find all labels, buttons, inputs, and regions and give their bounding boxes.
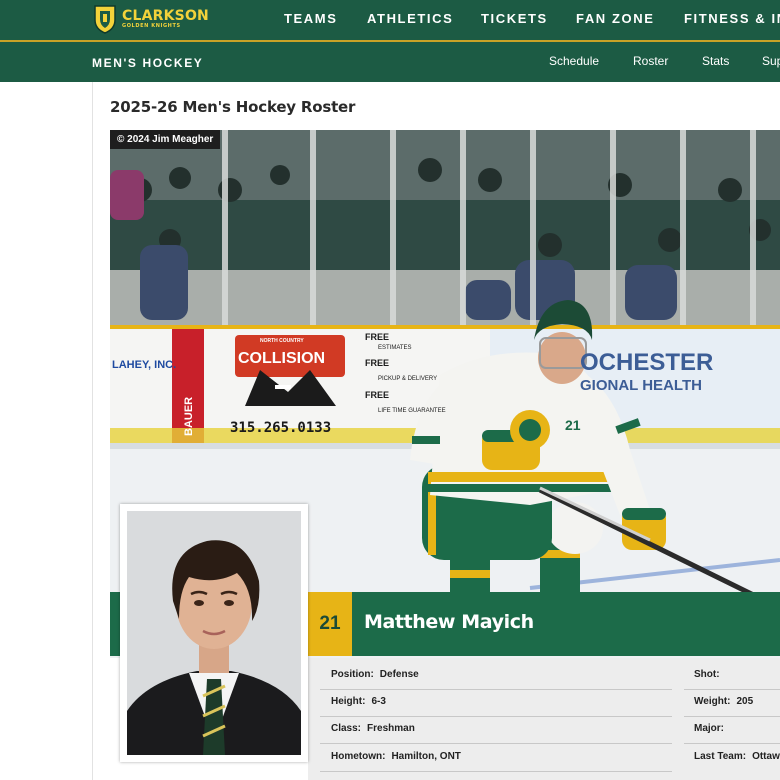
jersey-sleeve-number: 21 [565,417,581,433]
detail-class: Class: Freshman [331,723,415,749]
jersey-number: 21 [308,592,352,656]
board-text-rochester: OCHESTER [580,349,713,376]
detail-major: Major: [694,723,730,749]
subnav-schedule[interactable]: Schedule [549,54,599,68]
position-value: Defense [379,669,419,680]
board-text-collision-top: NORTH COUNTRY [260,338,304,344]
board-free-2: FREE [365,358,389,368]
class-label: Class: [331,723,362,734]
nav-athletics[interactable]: ATHLETICS [367,11,453,26]
subnav-stats[interactable]: Stats [702,54,729,68]
detail-divider [320,771,672,772]
detail-divider [320,689,672,690]
nav-fan-zone[interactable]: FAN ZONE [576,11,655,26]
class-value: Freshman [367,723,415,734]
detail-divider [320,716,672,717]
weight-value: 205 [736,696,754,707]
height-label: Height: [331,696,366,707]
board-free-3-sub: LIFE TIME GUARANTEE [378,408,446,414]
detail-hometown: Hometown: Hamilton, ONT [331,751,461,777]
weight-label: Weight: [694,696,731,707]
detail-divider [684,743,780,744]
headshot-portrait [127,511,301,755]
subnav-roster[interactable]: Roster [633,54,668,68]
board-free-1: FREE [365,332,389,342]
nav-tickets[interactable]: TICKETS [481,11,548,26]
player-name: Matthew Mayich [364,611,534,633]
top-navigation: CLARKSON GOLDEN KNIGHTS TEAMS ATHLETICS … [0,0,780,42]
hometown-value: Hamilton, ONT [391,751,461,762]
board-free-3: FREE [365,390,389,400]
content-divider [92,82,93,780]
nav-fitness[interactable]: FITNESS & IN [684,11,780,26]
detail-divider [320,743,672,744]
board-text-bauer: BAUER [183,397,195,436]
detail-divider [684,689,780,690]
sport-subnavigation: MEN'S HOCKEY Schedule Roster Stats Sup [0,42,780,82]
major-label: Major: [694,723,724,734]
board-free-1-sub: ESTIMATES [378,345,412,351]
board-text-health: GIONAL HEALTH [580,377,702,394]
last-team-label: Last Team: [694,751,747,762]
detail-position: Position: Defense [331,669,419,695]
player-headshot [120,504,308,762]
last-team-value: Ottawa [752,751,780,762]
detail-weight: Weight: 205 [694,696,753,722]
board-text-left: LAHEY, INC. [112,359,176,371]
hometown-label: Hometown: [331,751,386,762]
board-free-2-sub: PICKUP & DELIVERY [378,376,437,382]
sport-title[interactable]: MEN'S HOCKEY [92,56,203,70]
shot-label: Shot: [694,669,720,680]
position-label: Position: [331,669,374,680]
board-text-collision: COLLISION [238,350,325,367]
nav-teams[interactable]: TEAMS [284,11,338,26]
detail-height: Height: 6-3 [331,696,386,722]
page-title: 2025-26 Men's Hockey Roster [110,98,356,116]
board-phone-number: 315.265.0133 [230,420,331,436]
subnav-support[interactable]: Sup [762,54,780,68]
detail-shot: Shot: [694,669,726,695]
height-value: 6-3 [371,696,386,707]
detail-last-team: Last Team: Ottawa [694,751,780,777]
photo-credit: © 2024 Jim Meagher [110,130,221,149]
detail-divider [684,716,780,717]
